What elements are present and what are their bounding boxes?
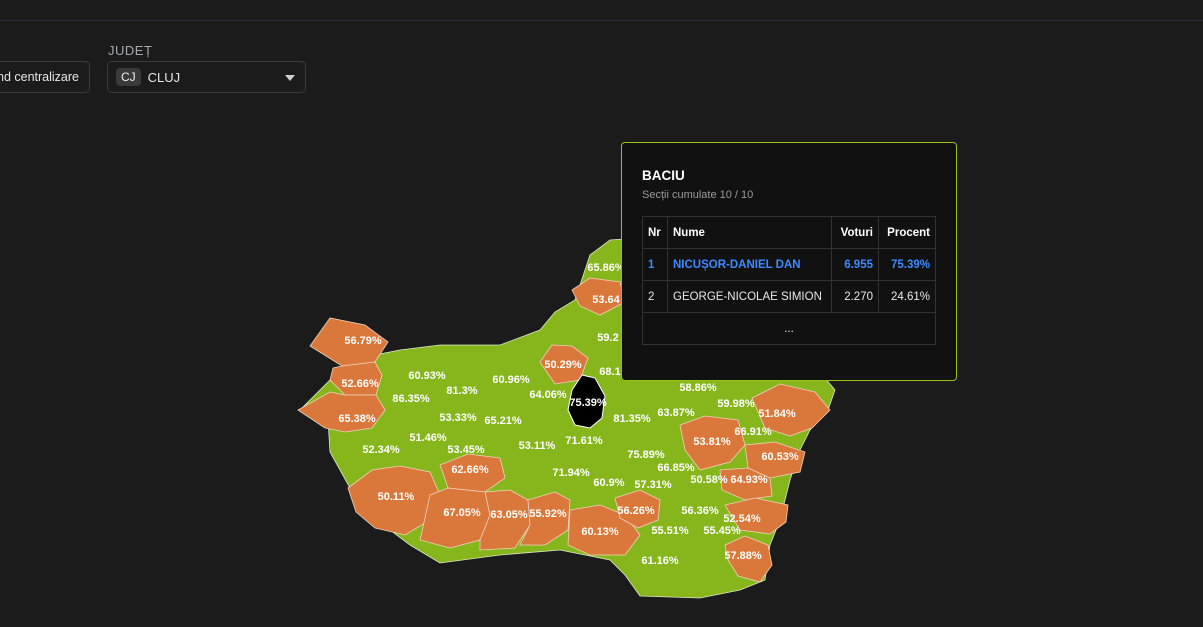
locality-tooltip: BACIU Secții cumulate 10 / 10 Nr Nume Vo… <box>621 142 957 381</box>
percent-label: 71.61% <box>565 435 603 447</box>
percent-label: 65.38% <box>338 413 376 425</box>
percent-label: 51.46% <box>409 432 447 444</box>
percent-label: 66.85% <box>657 462 695 474</box>
header-percent: Procent <box>878 216 936 249</box>
percent-label: 53.81% <box>693 436 731 448</box>
percent-label: 55.92% <box>529 508 567 520</box>
percent-label: 64.06% <box>529 389 567 401</box>
percent-label: 75.39% <box>569 397 607 409</box>
row-percent: 75.39% <box>878 248 936 281</box>
row-percent: 24.61% <box>878 280 936 313</box>
county-map: 65.86% 53.64 59.2 50.29% 68.1 56.79% 60.93% 52.… <box>297 237 836 599</box>
percent-label: 59.2 <box>597 332 618 344</box>
more-indicator: ... <box>642 312 936 345</box>
percent-label: 60.96% <box>492 374 530 386</box>
percent-label: 61.16% <box>641 555 679 567</box>
table-row: 1 NICUȘOR-DANIEL DAN 6.955 75.39% <box>642 248 936 281</box>
percent-label: 52.66% <box>341 378 379 390</box>
percent-label: 71.94% <box>552 467 590 479</box>
row-votes: 2.270 <box>831 280 879 313</box>
percent-label: 63.05% <box>490 509 528 521</box>
percent-label: 65.86% <box>587 262 625 274</box>
percent-label: 58.86% <box>679 382 717 394</box>
percent-label: 62.66% <box>451 464 489 476</box>
percent-label: 53.11% <box>519 440 556 452</box>
percent-label: 60.53% <box>761 451 799 463</box>
percent-label: 81.35% <box>613 413 651 425</box>
percent-label: 60.93% <box>408 370 446 382</box>
percent-label: 57.31% <box>634 479 672 491</box>
percent-label: 56.79% <box>344 335 382 347</box>
percent-label: 86.35% <box>392 393 430 405</box>
row-nr: 1 <box>642 248 668 281</box>
percent-label: 68.1 <box>599 366 620 378</box>
percent-label: 52.34% <box>362 444 400 456</box>
row-name: NICUȘOR-DANIEL DAN <box>667 248 832 281</box>
percent-label: 57.88% <box>724 550 762 562</box>
more-row: ... <box>642 312 936 345</box>
percent-label: 81.3% <box>446 385 477 397</box>
percent-label: 75.89% <box>627 449 665 461</box>
percent-label: 59.98% <box>717 398 755 410</box>
percent-label: 55.51% <box>651 525 689 537</box>
percent-label: 50.58% <box>690 474 728 486</box>
percent-label: 50.29% <box>544 359 582 371</box>
table-row: 2 GEORGE-NICOLAE SIMION 2.270 24.61% <box>642 280 936 313</box>
percent-label: 50.11% <box>378 491 415 503</box>
percent-label: 51.84% <box>758 408 796 420</box>
percent-label: 66.91% <box>734 426 772 438</box>
header-name: Nume <box>667 216 832 249</box>
tooltip-subtitle: Secții cumulate 10 / 10 <box>642 189 754 201</box>
row-votes: 6.955 <box>831 248 879 281</box>
results-table: Nr Nume Voturi Procent 1 NICUȘOR-DANIEL … <box>642 216 936 345</box>
percent-label: 55.45% <box>703 525 741 537</box>
row-nr: 2 <box>642 280 668 313</box>
percent-label: 65.21% <box>484 415 522 427</box>
percent-label: 60.9% <box>593 477 624 489</box>
percent-label: 67.05% <box>443 507 481 519</box>
percent-label: 63.87% <box>657 407 695 419</box>
percent-label: 60.13% <box>581 526 619 538</box>
percent-label: 53.64 <box>592 294 620 306</box>
percent-label: 53.45% <box>447 444 485 456</box>
row-name: GEORGE-NICOLAE SIMION <box>667 280 832 313</box>
percent-label: 56.36% <box>681 505 719 517</box>
percent-label: 64.93% <box>730 474 768 486</box>
percent-label: 52.54% <box>723 513 761 525</box>
tooltip-title: BACIU <box>642 168 685 183</box>
results-header-row: Nr Nume Voturi Procent <box>642 216 936 249</box>
header-nr: Nr <box>642 216 668 249</box>
header-votes: Voturi <box>831 216 879 249</box>
percent-label: 56.26% <box>617 505 655 517</box>
percent-label: 53.33% <box>439 412 477 424</box>
